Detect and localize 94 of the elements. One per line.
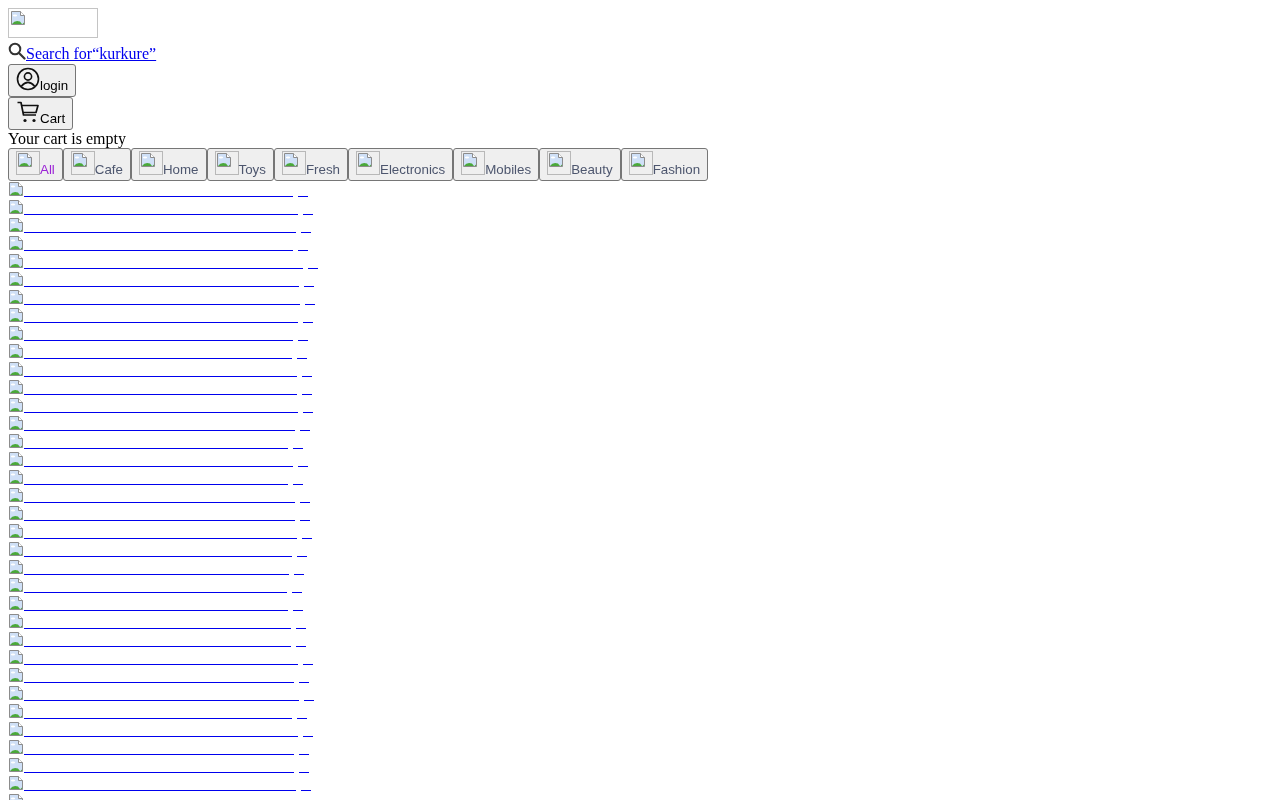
image-link[interactable] — [8, 595, 303, 611]
image-link[interactable] — [8, 721, 313, 737]
image-link[interactable] — [8, 487, 310, 503]
user-circle-icon — [16, 67, 40, 91]
broken-image-icon — [8, 703, 24, 719]
broken-image-icon — [8, 631, 24, 647]
broken-image-icon — [8, 343, 24, 359]
image-link[interactable] — [8, 613, 306, 629]
image-link[interactable] — [8, 739, 309, 755]
broken-image-icon — [8, 451, 24, 467]
image-link[interactable] — [8, 325, 308, 341]
broken-image-icon — [8, 487, 24, 503]
broken-image-icon — [8, 235, 24, 251]
broken-image-icon — [8, 361, 24, 377]
image-link[interactable] — [8, 289, 315, 305]
image-link[interactable] — [8, 577, 302, 593]
image-link[interactable] — [8, 757, 309, 773]
broken-image-icon — [8, 559, 24, 575]
broken-image-icon — [10, 10, 26, 26]
image-link[interactable] — [8, 217, 311, 233]
cart-button[interactable]: Cart — [8, 97, 74, 130]
broken-image-icon — [8, 253, 24, 269]
broken-image-icon — [16, 151, 40, 175]
broken-image-icon — [8, 181, 24, 197]
image-link[interactable] — [8, 667, 309, 683]
category-tab[interactable]: Cafe — [62, 148, 131, 181]
broken-image-icon — [356, 151, 380, 175]
image-link[interactable] — [8, 523, 312, 539]
image-link[interactable] — [8, 397, 313, 413]
broken-image-icon — [8, 379, 24, 395]
broken-image-icon — [70, 151, 95, 175]
image-link[interactable] — [8, 307, 313, 323]
broken-image-icon — [214, 151, 239, 175]
login-button[interactable]: login — [8, 64, 77, 97]
broken-image-icon — [8, 217, 24, 233]
broken-image-icon — [8, 685, 24, 701]
image-link[interactable] — [8, 703, 307, 719]
category-tab[interactable]: Toys — [206, 148, 274, 181]
broken-image-icon — [8, 757, 24, 773]
broken-image-icon — [8, 505, 24, 521]
category-tab[interactable]: All — [8, 148, 63, 181]
image-link[interactable] — [8, 685, 314, 701]
image-link[interactable] — [8, 415, 310, 431]
image-link[interactable] — [8, 343, 307, 359]
broken-image-icon — [8, 469, 24, 485]
image-link[interactable] — [8, 451, 308, 467]
image-link[interactable] — [8, 433, 303, 449]
broken-image-icon — [8, 595, 24, 611]
broken-image-icon — [138, 151, 163, 175]
broken-image-icon — [8, 721, 24, 737]
broken-image-icon — [8, 739, 24, 755]
category-tab[interactable]: Electronics — [348, 148, 454, 181]
image-link[interactable] — [8, 559, 304, 575]
image-link[interactable] — [8, 361, 312, 377]
category-tab[interactable]: Beauty — [539, 148, 621, 181]
search-link[interactable]: Search for“kurkure” — [26, 44, 157, 64]
broken-image-icon — [8, 199, 24, 215]
image-link[interactable] — [8, 379, 312, 395]
broken-image-icon — [8, 577, 24, 593]
category-tab[interactable]: Fresh — [273, 148, 348, 181]
broken-image-icon — [8, 649, 24, 665]
cart-status-text: Your cart is empty — [8, 130, 127, 148]
image-link[interactable] — [8, 199, 313, 215]
broken-image-icon — [8, 415, 24, 431]
broken-image-icon — [8, 325, 24, 341]
broken-image-icon — [461, 151, 486, 175]
image-link[interactable] — [8, 505, 310, 521]
broken-image-icon — [8, 307, 24, 323]
broken-image-icon — [8, 523, 24, 539]
category-tab[interactable]: Home — [130, 148, 207, 181]
broken-image-icon — [281, 151, 306, 175]
category-tab[interactable]: Mobiles — [453, 148, 540, 181]
broken-image-icon — [8, 271, 24, 287]
broken-image-icon — [8, 397, 24, 413]
broken-image-icon — [8, 289, 24, 305]
image-link[interactable] — [8, 253, 318, 269]
broken-image-icon — [8, 613, 24, 629]
image-link[interactable] — [8, 271, 314, 287]
broken-image-icon — [8, 433, 24, 449]
image-link[interactable] — [8, 181, 308, 197]
image-link[interactable] — [8, 631, 306, 647]
cart-icon — [16, 100, 40, 124]
image-link[interactable] — [8, 649, 313, 665]
search-icon — [8, 42, 26, 60]
image-link[interactable] — [8, 541, 307, 557]
broken-image-icon — [8, 775, 24, 791]
broken-image-icon — [628, 151, 653, 175]
broken-image-icon — [547, 151, 572, 175]
image-link[interactable] — [8, 469, 303, 485]
broken-image-icon — [8, 541, 24, 557]
image-link[interactable] — [8, 235, 308, 251]
broken-image-icon — [8, 667, 24, 683]
category-tab[interactable]: Fashion — [620, 148, 709, 181]
image-link[interactable] — [8, 775, 311, 791]
